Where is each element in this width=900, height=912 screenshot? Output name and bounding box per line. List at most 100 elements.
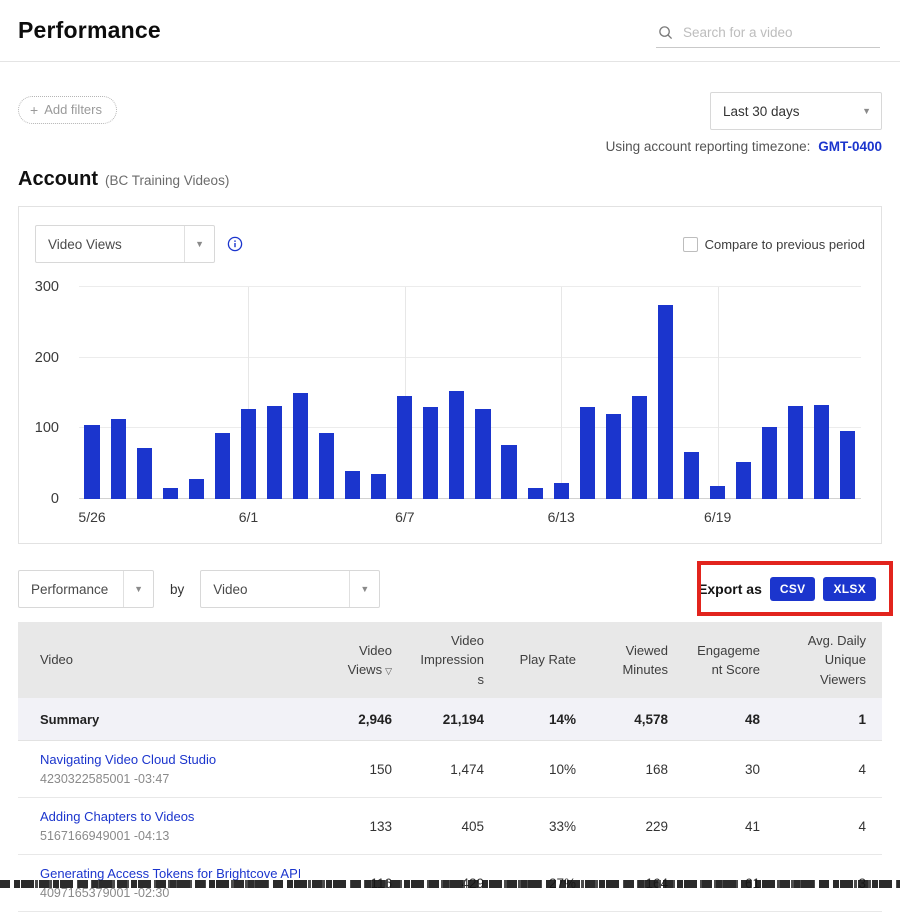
export-csv-button[interactable]: CSV [770,577,816,601]
chevron-down-icon: ▼ [184,226,214,262]
filters-row: + Add filters Last 30 days ▼ [18,92,882,130]
cell-play-rate: 33% [490,819,582,834]
bar-5/31 [209,287,235,499]
bar-6/14 [574,287,600,499]
bar-5/29 [157,287,183,499]
entity-dropdown[interactable]: Video ▼ [200,570,380,608]
y-axis-tick-label: 100 [35,420,59,436]
summary-engagement-score: 48 [674,712,766,727]
summary-video-impressions: 21,194 [398,712,490,727]
video-id: 4097165379001 -02:30 [40,886,300,900]
search-input[interactable] [683,25,878,40]
cell-avg-daily-unique-viewers: 4 [766,819,882,834]
summary-avg-daily-unique-viewers: 1 [766,712,882,727]
performance-table: Video Video Views▽ Video Impressions Pla… [18,622,882,912]
summary-row: Summary 2,946 21,194 14% 4,578 48 1 [18,698,882,741]
x-axis-tick-label: 6/1 [239,509,258,525]
export-xlsx-button[interactable]: XLSX [823,577,876,601]
metric-value: Video Views [36,237,184,252]
chart-card: Video Views ▼ Compare to previous period… [18,206,882,544]
cell-play-rate: 10% [490,762,582,777]
bar-6/23 [809,287,835,499]
bar-6/22 [783,287,809,499]
info-icon[interactable] [227,236,243,252]
compare-checkbox[interactable] [683,237,698,252]
cell-video-views: 133 [306,819,398,834]
search-icon [658,25,673,40]
bar-6/13 [548,287,574,499]
bar-6/21 [757,287,783,499]
bar-6/18 [678,287,704,499]
video-id: 4230322585001 -03:47 [40,772,300,786]
column-header-engagement-score[interactable]: Engagement Score [674,633,766,688]
bar-6/1 [235,287,261,499]
y-axis-tick-label: 200 [35,350,59,366]
column-header-video-views[interactable]: Video Views▽ [306,633,398,688]
video-id: 5167166949001 -04:13 [40,829,300,843]
dimension-value: Performance [19,582,123,597]
bar-6/11 [496,287,522,499]
bar-6/2 [261,287,287,499]
export-group: Export as CSV XLSX [698,577,882,601]
page-title: Performance [18,17,161,44]
top-bar: Performance [0,0,900,62]
chevron-down-icon: ▼ [349,571,379,607]
date-range-dropdown[interactable]: Last 30 days ▼ [710,92,882,130]
cell-video-impressions: 1,474 [398,762,490,777]
account-subtitle: (BC Training Videos) [105,173,229,188]
cell-viewed-minutes: 229 [582,819,674,834]
search-box [656,19,880,48]
compare-to-previous-period: Compare to previous period [683,237,865,252]
cell-engagement-score: 41 [674,819,766,834]
y-axis-tick-label: 0 [51,491,59,507]
dimension-dropdown[interactable]: Performance ▼ [18,570,154,608]
column-header-video-impressions[interactable]: Video Impressions [398,623,490,698]
bar-6/9 [444,287,470,499]
chevron-down-icon: ▼ [852,106,881,116]
bar-6/12 [522,287,548,499]
chart-plot: 0100200300 [79,287,861,499]
add-filters-button[interactable]: + Add filters [18,96,117,124]
bar-series [79,287,861,499]
date-range-value: Last 30 days [711,104,852,119]
bar-6/4 [314,287,340,499]
cell-engagement-score: 30 [674,762,766,777]
column-header-avg-daily-unique-viewers[interactable]: Avg. Daily Unique Viewers [766,623,882,698]
bar-5/30 [183,287,209,499]
chart-x-axis: 5/266/16/76/136/19 [79,499,861,533]
entity-value: Video [201,582,349,597]
bar-6/19 [705,287,731,499]
x-axis-tick-label: 6/13 [548,509,575,525]
account-title: Account [18,168,98,191]
by-label: by [170,582,184,597]
clipped-next-row [0,880,900,888]
bar-6/10 [470,287,496,499]
column-header-video[interactable]: Video [18,642,306,678]
bar-6/20 [731,287,757,499]
x-axis-tick-label: 6/7 [395,509,414,525]
video-title-link[interactable]: Adding Chapters to Videos [40,809,300,824]
cell-avg-daily-unique-viewers: 4 [766,762,882,777]
add-filters-label: Add filters [44,102,102,117]
video-title-link[interactable]: Generating Access Tokens for Brightcove … [40,866,300,881]
timezone-link[interactable]: GMT-0400 [818,139,882,154]
table-controls-row: Performance ▼ by Video ▼ Export as CSV X… [18,570,882,608]
chart-controls: Video Views ▼ Compare to previous period [35,225,865,263]
bar-6/15 [600,287,626,499]
summary-video-views: 2,946 [306,712,398,727]
compare-label: Compare to previous period [705,237,865,252]
section-heading: Account (BC Training Videos) [18,168,882,191]
table-row: Adding Chapters to Videos 5167166949001 … [18,798,882,855]
video-title-link[interactable]: Navigating Video Cloud Studio [40,752,300,767]
column-header-play-rate[interactable]: Play Rate [490,642,582,678]
timezone-text: Using account reporting timezone: [606,139,811,154]
metric-dropdown[interactable]: Video Views ▼ [35,225,215,263]
bar-5/26 [79,287,105,499]
plus-icon: + [30,103,38,117]
column-header-viewed-minutes[interactable]: Viewed Minutes [582,633,674,688]
bar-6/16 [626,287,652,499]
cell-video-views: 150 [306,762,398,777]
x-axis-tick-label: 6/19 [704,509,731,525]
bar-6/24 [835,287,861,499]
bar-6/17 [652,287,678,499]
